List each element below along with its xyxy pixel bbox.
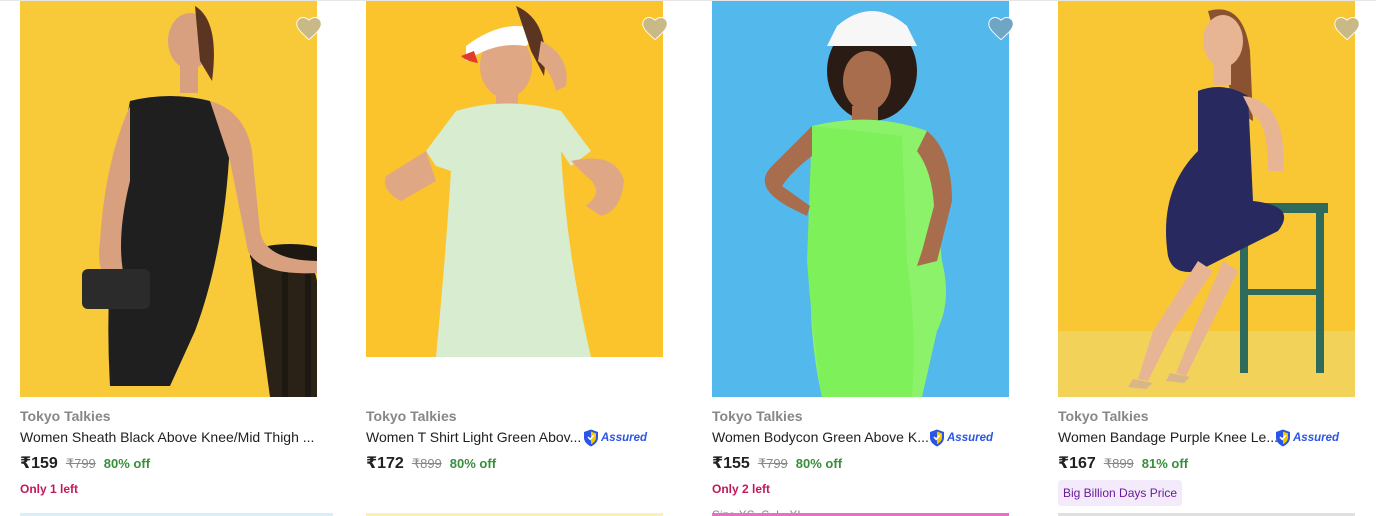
price-row: ₹159 ₹799 80% off	[20, 453, 150, 473]
discount-percent: 80% off	[449, 456, 497, 471]
assured-shield-icon	[1276, 429, 1290, 446]
wishlist-heart-icon[interactable]	[987, 15, 1015, 41]
discount-percent: 80% off	[103, 456, 151, 471]
original-price: ₹799	[65, 456, 96, 471]
assured-shield-icon	[930, 429, 944, 446]
discount-percent: 81% off	[1141, 456, 1189, 471]
assured-badge: Assured	[1275, 428, 1339, 447]
product-title[interactable]: Women T Shirt Light Green Abov...	[366, 429, 581, 445]
wishlist-heart-icon[interactable]	[641, 15, 669, 41]
product-photo-neon-green-dress-icon	[712, 1, 1009, 397]
assured-label: Assured	[1293, 431, 1340, 444]
product-card[interactable]: Tokyo Talkies Women Bodycon Green Above …	[712, 0, 1042, 516]
assured-badge: Assured	[583, 428, 647, 447]
assured-shield-icon	[584, 429, 598, 446]
product-image[interactable]	[1058, 1, 1355, 397]
product-title[interactable]: Women Bandage Purple Knee Le...	[1058, 429, 1278, 445]
big-billion-days-badge: Big Billion Days Price	[1058, 480, 1183, 506]
selling-price: ₹167	[1058, 455, 1096, 472]
stock-note: Only 1 left	[20, 482, 79, 496]
price-row: ₹167 ₹899 81% off	[1058, 453, 1188, 473]
original-price: ₹899	[1103, 456, 1134, 471]
discount-percent: 80% off	[795, 456, 843, 471]
product-image[interactable]	[366, 1, 663, 357]
product-photo-green-tshirt-dress-icon	[366, 1, 663, 357]
product-brand: Tokyo Talkies	[366, 408, 457, 424]
selling-price: ₹172	[366, 455, 404, 472]
price-row: ₹155 ₹799 80% off	[712, 453, 842, 473]
product-card[interactable]: Tokyo Talkies Women Bandage Purple Knee …	[1058, 0, 1376, 516]
product-title[interactable]: Women Bodycon Green Above K...	[712, 429, 929, 445]
stock-note: Only 2 left	[712, 482, 771, 496]
product-brand: Tokyo Talkies	[712, 408, 803, 424]
assured-label: Assured	[947, 431, 994, 444]
product-photo-purple-dress-icon	[1058, 1, 1355, 397]
product-card[interactable]: Tokyo Talkies Women T Shirt Light Green …	[366, 0, 696, 516]
product-title[interactable]: Women Sheath Black Above Knee/Mid Thigh …	[20, 429, 320, 445]
product-card[interactable]: Tokyo Talkies Women Sheath Black Above K…	[20, 0, 350, 516]
selling-price: ₹155	[712, 455, 750, 472]
selling-price: ₹159	[20, 455, 58, 472]
assured-label: Assured	[601, 431, 648, 444]
product-photo-black-dress-icon	[20, 1, 317, 397]
product-brand: Tokyo Talkies	[1058, 408, 1149, 424]
product-image[interactable]	[20, 1, 317, 397]
original-price: ₹799	[757, 456, 788, 471]
original-price: ₹899	[411, 456, 442, 471]
price-row: ₹172 ₹899 80% off	[366, 453, 496, 473]
wishlist-heart-icon[interactable]	[1333, 15, 1361, 41]
product-image[interactable]	[712, 1, 1009, 397]
wishlist-heart-icon[interactable]	[295, 15, 323, 41]
product-brand: Tokyo Talkies	[20, 408, 111, 424]
assured-badge: Assured	[929, 428, 993, 447]
